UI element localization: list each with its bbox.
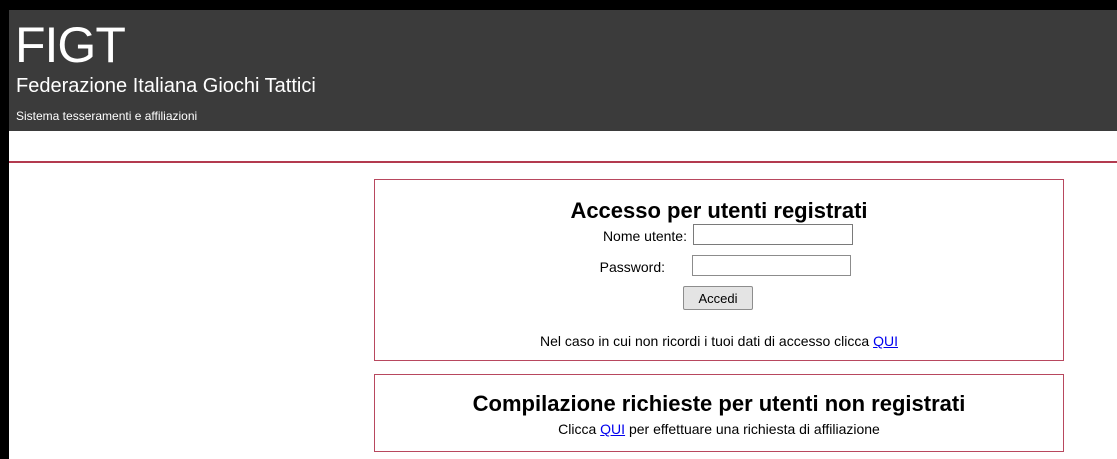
login-button[interactable]: Accedi [683,286,753,310]
organization-name: Federazione Italiana Giochi Tattici [16,75,316,97]
password-input[interactable] [692,255,851,276]
request-link[interactable]: QUI [600,421,625,437]
login-panel: Accesso per utenti registrati Nome utent… [374,179,1064,361]
site-header: FIGT Federazione Italiana Giochi Tattici… [9,10,1117,131]
username-label: Nome utente: [602,228,687,244]
request-title: Compilazione richieste per utenti non re… [472,391,966,416]
username-input[interactable] [693,224,853,245]
header-divider [9,161,1117,163]
forgot-credentials-label: Nel caso in cui non ricordi i tuoi dati … [540,333,870,349]
site-logo: FIGT [15,17,126,73]
forgot-credentials-link[interactable]: QUI [873,333,898,349]
request-panel: Compilazione richieste per utenti non re… [374,374,1064,452]
request-prefix: Clicca [558,421,597,437]
window-frame-left [0,0,9,459]
window-frame-top [0,0,1117,10]
forgot-credentials-text: Nel caso in cui non ricordi i tuoi dati … [375,333,1063,349]
login-title: Accesso per utenti registrati [570,198,868,223]
system-subtitle: Sistema tesseramenti e affiliazioni [16,109,198,123]
request-suffix: per effettuare una richiesta di affiliaz… [628,421,880,437]
password-label: Password: [599,259,665,275]
request-text: Clicca QUI per effettuare una richiesta … [375,421,1063,437]
